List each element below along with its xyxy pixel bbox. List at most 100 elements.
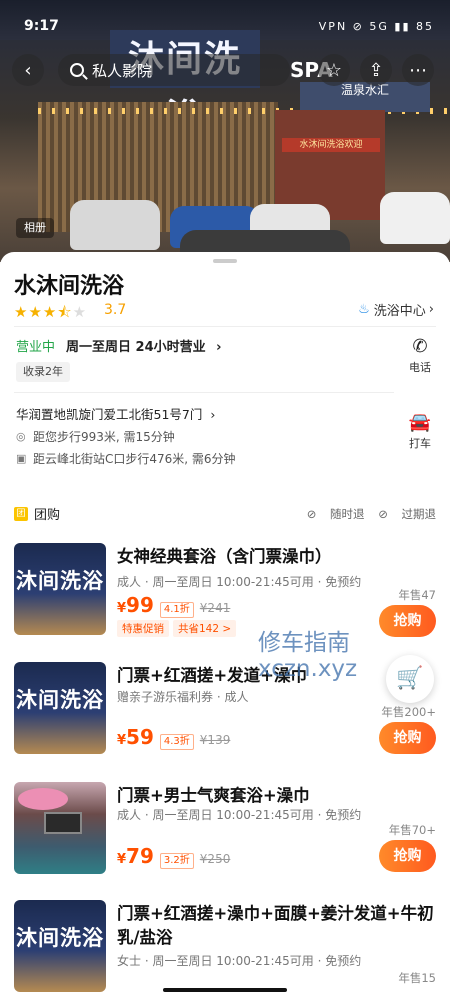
- buy-button[interactable]: 抢购: [379, 722, 436, 754]
- store-photo[interactable]: 沐间洗浴 SPA 温泉水汇 水沐间洗浴欢迎 相册: [0, 0, 450, 262]
- phone-icon: ✆: [412, 336, 428, 357]
- buy-button[interactable]: 抢购: [379, 840, 436, 872]
- refund-tags: ⊘ 随时退 ⊘ 过期退: [297, 506, 436, 522]
- refund-anytime-tag: ⊘ 随时退: [306, 507, 365, 521]
- thumbnail-blossom: [18, 788, 68, 810]
- drag-handle[interactable]: [213, 259, 237, 263]
- store-info-card: 水沐间洗浴 ★★★⯪★ 3.7 ♨ 洗浴中心 › 营业中 周一至周日 24小时营…: [0, 252, 450, 490]
- photo-shop-sign: 温泉水汇: [300, 82, 430, 112]
- thumbnail-screen: [44, 812, 82, 834]
- deal-item[interactable]: 沐间洗浴 门票+红酒搓+发道+澡巾 赠亲子游乐福利券 · 成人 ¥ 59 4.3…: [0, 662, 450, 782]
- chevron-right-icon: ›: [210, 407, 216, 422]
- deal-thumbnail: 沐间洗浴: [14, 543, 106, 635]
- currency-symbol: ¥: [117, 852, 127, 867]
- address[interactable]: 华润置地凯旋门爱工北街51号7门 ›: [16, 404, 215, 423]
- listed-tag: 收录2年: [16, 362, 70, 382]
- watermark: 修车指南 xczn.xyz: [258, 630, 357, 682]
- business-hours[interactable]: 周一至周日 24小时营业 ›: [66, 336, 222, 355]
- metro-distance-text: 距云峰北街站C口步行476米, 需6分钟: [33, 452, 236, 466]
- more-button[interactable]: ⋯: [402, 54, 434, 86]
- open-status: 营业中: [16, 340, 56, 355]
- discount-badge: 4.1折: [159, 602, 194, 618]
- currency-symbol: ¥: [117, 733, 127, 748]
- walk-distance-text: 距您步行993米, 需15分钟: [33, 430, 175, 444]
- thumbnail-text: 沐间洗浴: [16, 687, 104, 712]
- watermark-line: 修车指南: [258, 630, 350, 656]
- buy-button[interactable]: 抢购: [379, 605, 436, 637]
- deal-thumbnail: 沐间洗浴: [14, 900, 106, 992]
- original-price: ¥241: [199, 601, 231, 615]
- sold-count: 年售47: [398, 588, 436, 602]
- business-hours-text: 周一至周日 24小时营业: [66, 340, 206, 355]
- deal-meta: 女士 · 周一至周日 10:00-21:45可用 · 免预约: [117, 954, 362, 968]
- address-text: 华润置地凯旋门爱工北街51号7门: [16, 407, 203, 422]
- phone-label: 电话: [409, 361, 431, 374]
- original-price: ¥250: [199, 852, 231, 866]
- deal-title: 门票+男士气爽套浴+澡巾: [117, 786, 310, 805]
- metro-distance: ▣ 距云峰北街站C口步行476米, 需6分钟: [16, 450, 236, 467]
- star-filled-icon: ★: [28, 303, 43, 321]
- thumbnail-text: 沐间洗浴: [16, 568, 104, 593]
- location-pin-icon: ◎: [16, 429, 26, 443]
- search-icon: [70, 63, 84, 77]
- divider: [14, 326, 436, 327]
- price-value: 59: [126, 725, 154, 749]
- star-half-icon: ⯪: [57, 303, 73, 321]
- hot-spring-icon: ♨: [358, 302, 370, 317]
- home-indicator[interactable]: [163, 988, 287, 992]
- status-bar: 9:17 VPN ⊘ 5G ▮▮ 85: [0, 0, 450, 33]
- chevron-left-icon: ‹: [24, 59, 32, 81]
- photo-car: [380, 192, 450, 244]
- chevron-right-icon: ›: [216, 340, 222, 355]
- rating-score: 3.7: [104, 302, 127, 318]
- deal-price: ¥ 99 4.1折 ¥241: [117, 593, 230, 618]
- refund-expired-label: 过期退: [401, 507, 437, 521]
- sold-count: 年售200+: [381, 705, 436, 719]
- search-bar[interactable]: 私人影院: [58, 54, 290, 86]
- ellipsis-icon: ⋯: [409, 59, 427, 81]
- group-buy-header: 团 团购: [14, 504, 60, 523]
- metro-icon: ▣: [16, 451, 27, 465]
- share-icon: ⇪: [368, 59, 384, 81]
- deal-item[interactable]: 沐间洗浴 女神经典套浴（含门票澡巾） 成人 · 周一至周日 10:00-21:4…: [0, 543, 450, 663]
- favorite-button[interactable]: ☆: [318, 54, 350, 86]
- car-icon: 🚘: [408, 412, 432, 433]
- currency-symbol: ¥: [117, 601, 127, 616]
- star-filled-icon: ★: [42, 303, 58, 321]
- share-button[interactable]: ⇪: [360, 54, 392, 86]
- promo-tag: 特惠促销: [117, 620, 169, 637]
- taxi-label: 打车: [409, 437, 431, 450]
- category-label: 洗浴中心: [373, 304, 426, 319]
- promo-savings-tag: 共省142 >: [173, 620, 237, 637]
- photo-car: [70, 200, 160, 250]
- sold-count: 年售70+: [388, 823, 436, 837]
- deal-meta: 成人 · 周一至周日 10:00-21:45可用 · 免预约: [117, 808, 362, 822]
- group-buy-title: 团购: [34, 508, 61, 523]
- album-button[interactable]: 相册: [16, 218, 54, 238]
- sold-count: 年售15: [398, 971, 436, 985]
- discount-badge: 3.2折: [159, 853, 194, 869]
- deal-meta: 成人 · 周一至周日 10:00-21:45可用 · 免预约: [117, 575, 362, 589]
- deal-price: ¥ 79 3.2折 ¥250: [117, 844, 230, 869]
- search-placeholder: 私人影院: [92, 61, 153, 80]
- phone-button[interactable]: ✆ 电话: [400, 336, 440, 375]
- cart-icon: 🛒: [396, 666, 424, 691]
- walk-distance: ◎ 距您步行993米, 需15分钟: [16, 428, 175, 445]
- back-button[interactable]: ‹: [12, 54, 44, 86]
- star-icon: ☆: [325, 59, 343, 81]
- deal-title: 门票+红酒搓+澡巾+面膜+姜汁发道+牛初乳/盐浴: [117, 904, 434, 947]
- deal-item[interactable]: 门票+男士气爽套浴+澡巾 成人 · 周一至周日 10:00-21:45可用 · …: [0, 782, 450, 902]
- deal-price: ¥ 59 4.3折 ¥139: [117, 725, 230, 750]
- deal-meta: 赠亲子游乐福利券 · 成人: [117, 690, 249, 704]
- store-name: 水沐间洗浴: [14, 274, 125, 299]
- refund-expired-tag: ⊘ 过期退: [378, 507, 436, 521]
- deal-thumbnail: 沐间洗浴: [14, 662, 106, 754]
- deal-item[interactable]: 沐间洗浴 门票+红酒搓+澡巾+面膜+姜汁发道+牛初乳/盐浴 女士 · 周一至周日…: [0, 900, 450, 1000]
- taxi-button[interactable]: 🚘 打车: [400, 412, 440, 451]
- category-link[interactable]: ♨ 洗浴中心 ›: [358, 300, 434, 319]
- group-buy-badge: 团: [14, 506, 28, 521]
- watermark-line: xczn.xyz: [258, 656, 358, 682]
- price-value: 79: [126, 844, 154, 868]
- star-empty-icon: ★: [72, 303, 88, 321]
- cart-button[interactable]: 🛒: [386, 655, 434, 703]
